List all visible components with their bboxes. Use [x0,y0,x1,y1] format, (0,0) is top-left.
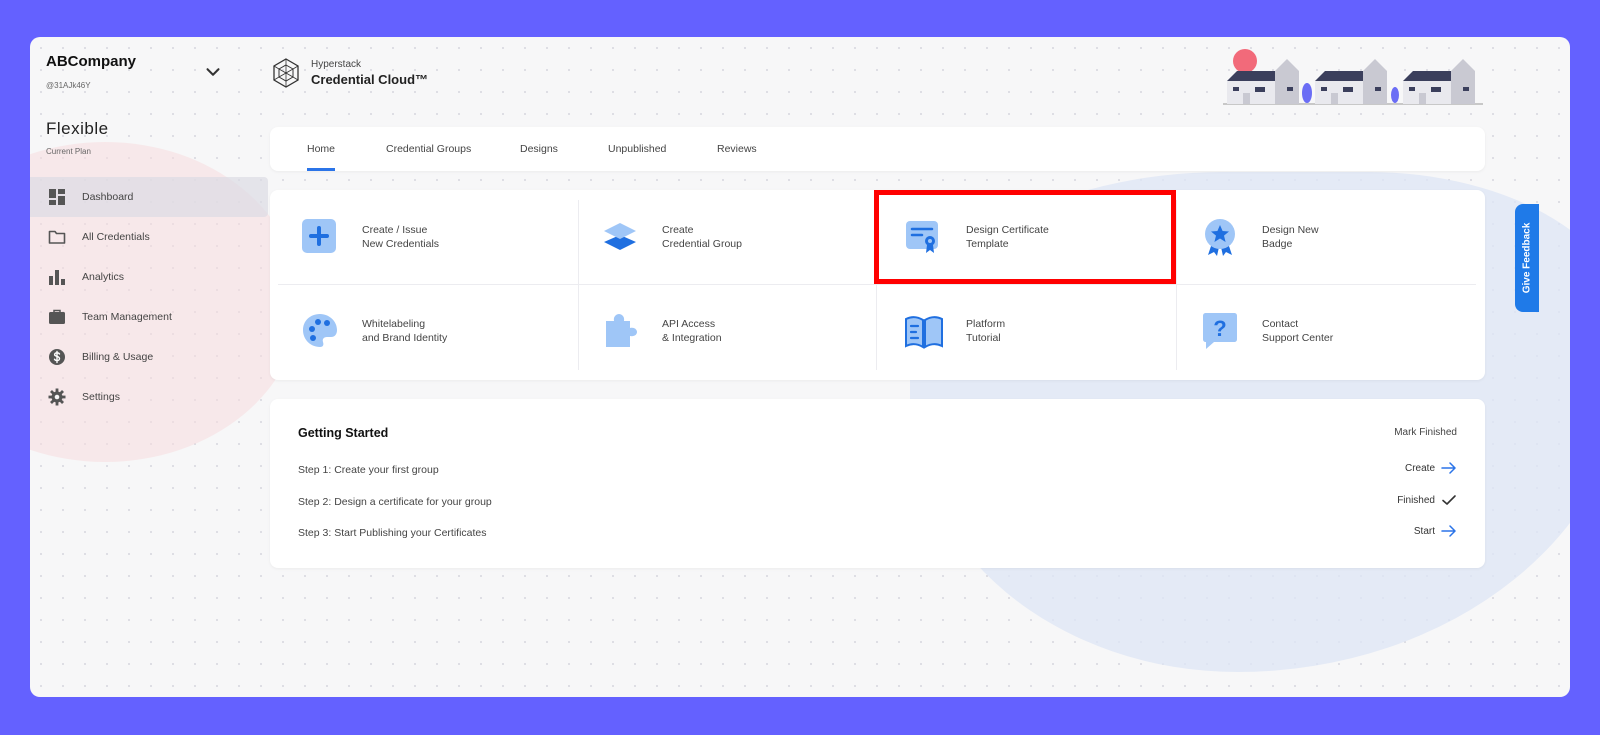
dashboard-icon [49,189,65,205]
step-label: Step 3: Start Publishing your Certificat… [298,527,487,539]
action-line2: Tutorial [966,332,1001,344]
tab-home[interactable]: Home [307,127,336,171]
sidebar-item-label: Dashboard [82,191,134,203]
action-line2: New Credentials [362,238,440,250]
book-icon [905,316,943,349]
brand-subtitle: Hyperstack [311,59,362,70]
action-platform-tutorial[interactable]: Platform Tutorial [874,284,1174,378]
arrow-right-icon [1441,525,1456,537]
step-action-label: Create [1404,462,1435,474]
briefcase-icon [49,309,65,324]
step-action-label: Start [1413,525,1435,537]
action-whitelabeling[interactable]: Whitelabeling and Brand Identity [270,284,570,378]
action-line1: Design New [1262,224,1319,236]
chevron-down-icon[interactable] [202,61,224,83]
mark-finished-button[interactable]: Mark Finished [1394,427,1457,438]
company-id: @31AJk46Y [46,81,91,90]
plan-label: Current Plan [46,147,91,156]
sidebar-item-label: Billing & Usage [82,351,154,363]
palette-icon [303,314,337,347]
action-line1: Create / Issue [362,224,428,236]
action-line1: Contact [1262,318,1299,330]
svg-text:?: ? [1213,316,1226,341]
tabs-bar: Home Credential Groups Designs Unpublish… [270,127,1485,171]
gear-icon [48,388,66,406]
step-finished-status: Finished [1397,494,1457,506]
tab-credential-groups[interactable]: Credential Groups [386,127,471,171]
action-line1: API Access [662,318,716,330]
arrow-right-icon [1441,462,1456,474]
step-start-button[interactable]: Start [1414,525,1457,537]
app-window: ABCompany @31AJk46Y Flexible Current Pla… [30,37,1570,697]
sidebar-item-label: Settings [82,391,120,403]
layers-icon [604,223,636,250]
tab-unpublished[interactable]: Unpublished [608,127,666,171]
action-line1: Create [662,224,694,236]
plus-icon [302,219,336,253]
check-icon [1442,495,1456,505]
action-api-access[interactable]: API Access & Integration [570,284,870,378]
hyperstack-logo-icon [273,58,299,88]
dollar-icon [49,349,65,365]
give-feedback-button[interactable]: Give Feedback [1515,204,1539,312]
sidebar-nav: Dashboard All Credentials Analytics Team… [30,177,270,417]
sidebar-item-label: Team Management [82,311,172,323]
action-line1: Design Certificate [966,224,1049,236]
brand-title: Credential Cloud™ [311,72,429,87]
puzzle-icon [606,314,637,347]
getting-started-card: Getting Started Mark Finished Step 1: Cr… [270,399,1485,568]
tab-designs[interactable]: Designs [520,127,558,171]
sidebar-item-label: Analytics [82,271,125,283]
step-label: Step 1: Create your first group [298,464,439,476]
sidebar-item-analytics[interactable]: Analytics [30,257,270,297]
sidebar-item-settings[interactable]: Settings [30,377,270,417]
sidebar-item-dashboard[interactable]: Dashboard [30,177,268,217]
sidebar: ABCompany @31AJk46Y Flexible Current Pla… [30,37,270,697]
quick-actions-grid: Create / Issue New Credentials Create Cred… [270,190,1485,380]
action-line2: Credential Group [662,238,742,250]
plan-name: Flexible [46,119,109,138]
tab-reviews[interactable]: Reviews [717,127,757,171]
sidebar-item-label: All Credentials [82,231,150,243]
action-design-certificate-template[interactable]: Design Certificate Template [874,190,1174,284]
action-line1: Platform [966,318,1006,330]
step-action-label: Finished [1397,494,1435,506]
certificate-icon [906,221,938,253]
feedback-label: Give Feedback [1521,222,1533,294]
sidebar-item-all-credentials[interactable]: All Credentials [30,217,270,257]
action-line2: Template [966,238,1009,250]
company-name: ABCompany [46,53,137,70]
action-line2: & Integration [662,332,722,344]
step-create-button[interactable]: Create [1405,462,1457,474]
getting-started-title: Getting Started [298,426,389,440]
action-contact-support[interactable]: ? Contact Support Center [1170,284,1470,378]
action-line2: and Brand Identity [362,332,448,344]
badge-icon [1205,219,1235,256]
action-line1: Whitelabeling [362,318,426,330]
action-design-new-badge[interactable]: Design New Badge [1170,190,1470,284]
action-create-issue-credentials[interactable]: Create / Issue New Credentials [270,190,570,284]
houses-illustration-icon [1223,49,1483,105]
action-line2: Badge [1262,238,1293,250]
help-icon: ? [1203,313,1237,349]
folder-icon [48,230,66,244]
sidebar-item-team-management[interactable]: Team Management [30,297,270,337]
action-line2: Support Center [1262,332,1334,344]
bar-chart-icon [49,270,65,285]
action-create-credential-group[interactable]: Create Credential Group [570,190,870,284]
sidebar-item-billing[interactable]: Billing & Usage [30,337,270,377]
step-label: Step 2: Design a certificate for your gr… [298,496,492,508]
